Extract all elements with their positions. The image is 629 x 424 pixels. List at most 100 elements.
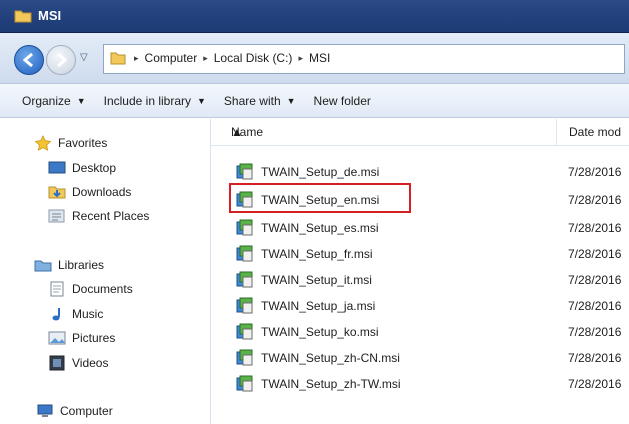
msi-installer-icon: [236, 163, 253, 180]
file-row[interactable]: TWAIN_Setup_ko.msi 7/28/2016: [211, 321, 629, 343]
back-arrow-icon: [22, 52, 33, 68]
column-date-label: Date mod: [569, 125, 622, 139]
nav-label: Recent Places: [72, 209, 150, 223]
nav-favorites[interactable]: Favorites: [34, 135, 107, 151]
file-date: 7/28/2016: [568, 165, 622, 179]
nav-label: Downloads: [72, 185, 132, 199]
nav-downloads[interactable]: Downloads: [48, 184, 131, 200]
file-name: TWAIN_Setup_ja.msi: [261, 299, 376, 313]
file-name: TWAIN_Setup_ko.msi: [261, 325, 379, 339]
nav-music[interactable]: Music: [48, 306, 103, 322]
file-list: Name ▲ Date mod TWAIN_Setup_de.msi 7/28/2…: [211, 119, 629, 424]
msi-installer-icon: [236, 219, 253, 236]
msi-installer-icon: [236, 245, 253, 262]
column-date-modified[interactable]: Date mod: [557, 119, 629, 145]
file-date: 7/28/2016: [568, 221, 622, 235]
file-row[interactable]: TWAIN_Setup_zh-CN.msi 7/28/2016: [211, 347, 629, 369]
forward-button[interactable]: [46, 45, 76, 75]
recent-pages-dropdown[interactable]: ▽: [80, 52, 94, 66]
folder-icon: [14, 10, 32, 23]
nav-label: Documents: [72, 282, 133, 296]
file-date: 7/28/2016: [568, 351, 622, 365]
chevron-down-icon: ▼: [286, 95, 296, 106]
breadcrumb-msi[interactable]: MSI: [309, 51, 330, 65]
share-with-button[interactable]: Share with ▼: [224, 94, 296, 108]
nav-recent-places[interactable]: Recent Places: [48, 208, 149, 224]
pictures-icon: [48, 331, 66, 345]
nav-label: Computer: [60, 404, 113, 418]
computer-icon: [37, 404, 53, 417]
recent-places-icon: [48, 209, 65, 223]
address-field[interactable]: ▸ Computer ▸ Local Disk (C:) ▸ MSI: [103, 44, 625, 74]
address-toolbar: ▽ ▸ Computer ▸ Local Disk (C:) ▸ MSI: [0, 33, 629, 84]
nav-label: Videos: [72, 356, 109, 370]
new-folder-label: New folder: [313, 93, 371, 108]
nav-label: Pictures: [72, 331, 116, 345]
nav-documents[interactable]: Documents: [48, 281, 133, 297]
desktop-icon: [48, 161, 66, 174]
msi-installer-icon: [236, 375, 253, 392]
file-date: 7/28/2016: [568, 273, 622, 287]
sort-ascending-icon: ▲: [231, 125, 243, 139]
breadcrumb: ▸ Computer ▸ Local Disk (C:) ▸ MSI: [134, 51, 330, 65]
star-icon: [34, 135, 52, 151]
chevron-down-icon: ▼: [76, 95, 86, 106]
documents-icon: [50, 281, 64, 297]
chevron-right-icon[interactable]: ▸: [134, 53, 139, 64]
nav-desktop[interactable]: Desktop: [48, 160, 116, 176]
file-date: 7/28/2016: [568, 325, 622, 339]
file-name: TWAIN_Setup_fr.msi: [261, 247, 373, 261]
file-name: TWAIN_Setup_it.msi: [261, 273, 372, 287]
file-name: TWAIN_Setup_es.msi: [261, 221, 379, 235]
nav-computer[interactable]: Computer: [36, 403, 113, 419]
file-row[interactable]: TWAIN_Setup_it.msi 7/28/2016: [211, 269, 629, 291]
share-label: Share with: [223, 93, 281, 108]
chevron-down-icon: ▼: [197, 95, 206, 106]
nav-label: Libraries: [58, 258, 105, 272]
file-date: 7/28/2016: [568, 299, 622, 313]
nav-label: Favorites: [58, 136, 108, 150]
file-row[interactable]: TWAIN_Setup_de.msi 7/28/2016: [211, 161, 629, 183]
selection-highlight-box: [229, 183, 411, 213]
back-button[interactable]: [14, 45, 44, 75]
navigation-pane: Favorites Desktop Downloads Recent Place…: [0, 119, 211, 424]
msi-installer-icon: [236, 271, 253, 288]
file-date: 7/28/2016: [568, 377, 622, 391]
folder-icon: [110, 52, 126, 65]
file-name: TWAIN_Setup_de.msi: [261, 165, 380, 179]
organize-label: Organize: [22, 93, 71, 108]
nav-label: Desktop: [72, 161, 117, 175]
file-name: TWAIN_Setup_zh-TW.msi: [261, 377, 401, 391]
nav-libraries[interactable]: Libraries: [34, 257, 104, 273]
msi-installer-icon: [236, 349, 253, 366]
videos-icon: [49, 355, 65, 371]
column-header: Name ▲ Date mod: [211, 119, 629, 146]
command-bar: Organize ▼ Include in library ▼ Share wi…: [0, 84, 629, 118]
msi-installer-icon: [236, 323, 253, 340]
forward-arrow-icon: [57, 52, 68, 68]
file-row[interactable]: TWAIN_Setup_zh-TW.msi 7/28/2016: [211, 373, 629, 395]
file-row[interactable]: TWAIN_Setup_fr.msi 7/28/2016: [211, 243, 629, 265]
chevron-right-icon[interactable]: ▸: [298, 53, 303, 64]
chevron-right-icon[interactable]: ▸: [203, 53, 208, 64]
include-in-library-button[interactable]: Include in library ▼: [104, 94, 206, 108]
nav-videos[interactable]: Videos: [48, 355, 108, 371]
include-label: Include in library: [103, 93, 191, 108]
nav-label: Music: [72, 307, 104, 321]
title-bar: MSI: [0, 0, 629, 33]
libraries-icon: [34, 260, 52, 272]
file-date: 7/28/2016: [568, 247, 622, 261]
file-name: TWAIN_Setup_zh-CN.msi: [261, 351, 400, 365]
file-row[interactable]: TWAIN_Setup_ja.msi 7/28/2016: [211, 295, 629, 317]
downloads-folder-icon: [48, 186, 66, 199]
msi-installer-icon: [236, 297, 253, 314]
new-folder-button[interactable]: New folder: [314, 94, 371, 108]
music-icon: [52, 308, 60, 321]
organize-button[interactable]: Organize ▼: [22, 94, 86, 108]
nav-pictures[interactable]: Pictures: [48, 330, 115, 346]
file-row[interactable]: TWAIN_Setup_es.msi 7/28/2016: [211, 217, 629, 239]
column-name[interactable]: Name ▲: [211, 119, 557, 145]
breadcrumb-local-disk[interactable]: Local Disk (C:): [214, 51, 293, 65]
file-date: 7/28/2016: [568, 193, 622, 207]
breadcrumb-computer[interactable]: Computer: [145, 51, 198, 65]
